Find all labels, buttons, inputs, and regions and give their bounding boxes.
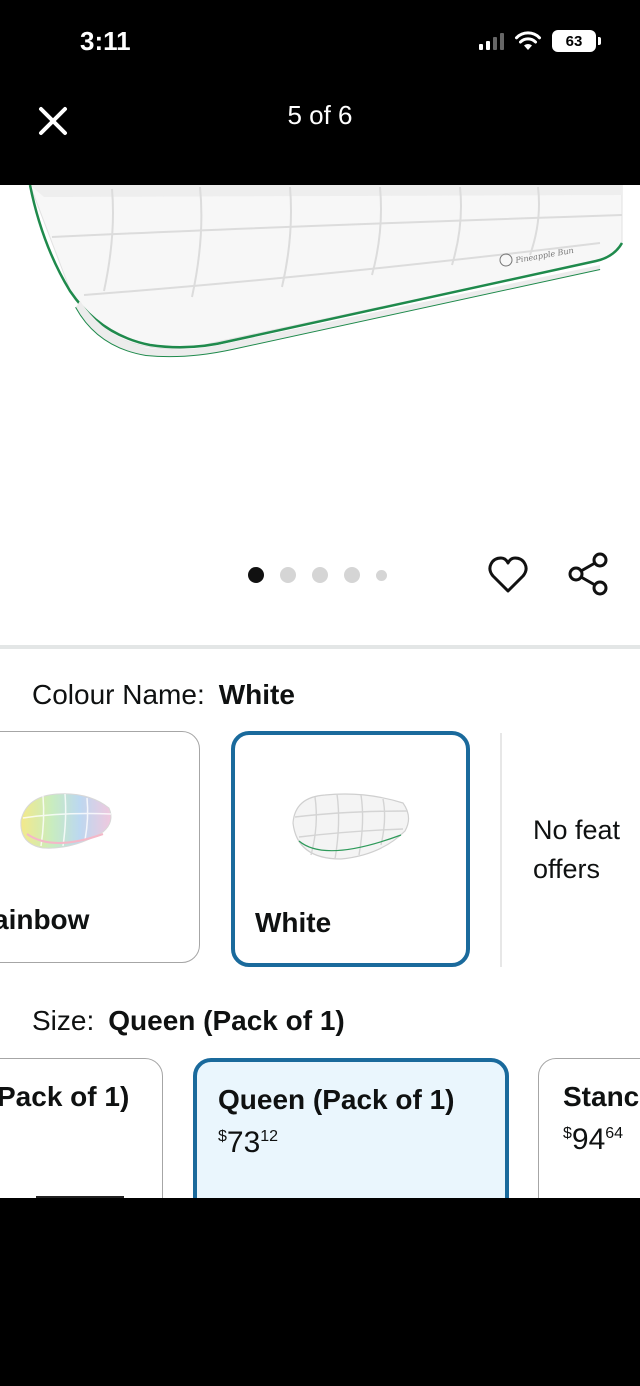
size-option-price: $9464 — [563, 1123, 623, 1157]
image-counter: 5 of 6 — [287, 100, 353, 130]
share-button[interactable] — [566, 551, 610, 597]
gallery-header: 5 of 6 — [0, 88, 640, 185]
section-divider — [0, 645, 640, 649]
price-whole: 94 — [571, 1123, 606, 1156]
product-detail: Pineapple Bun Colour Name: White ainbow … — [0, 185, 640, 1198]
share-icon — [568, 552, 608, 596]
no-offers-line-2: offers — [533, 854, 601, 884]
no-offers-line-1: No feat — [533, 815, 621, 845]
price-fraction: 64 — [605, 1125, 624, 1142]
size-option-standard[interactable]: Stanc $9464 — [538, 1058, 640, 1198]
size-option-label: Stanc — [563, 1081, 640, 1112]
carousel-dot[interactable] — [376, 569, 387, 581]
status-icons: 63 — [479, 30, 601, 52]
carousel-dot[interactable] — [280, 567, 296, 583]
heart-icon — [488, 556, 528, 593]
colour-label: Colour Name: White — [32, 679, 295, 711]
price-whole: 73 — [226, 1126, 261, 1159]
colour-swatch-rainbow[interactable]: ainbow — [0, 731, 200, 963]
price-currency: $ — [218, 1128, 227, 1145]
white-pillow-thumbnail — [292, 793, 410, 860]
vertical-divider — [500, 733, 502, 967]
colour-label-text: Colour Name: — [32, 679, 205, 710]
size-option-price: $7312 — [218, 1126, 278, 1160]
size-option-queen[interactable]: Queen (Pack of 1) $7312 — [193, 1058, 509, 1198]
selection-indicator — [36, 1196, 124, 1198]
battery-level: 63 — [565, 32, 583, 50]
size-label-text: Size: — [32, 1005, 95, 1036]
status-time: 3:11 — [80, 26, 131, 56]
battery-icon: 63 — [552, 30, 601, 52]
size-option-partial[interactable]: Pack of 1) — [0, 1058, 163, 1198]
selected-size: Queen (Pack of 1) — [108, 1005, 345, 1036]
size-option-label: Pack of 1) — [0, 1081, 130, 1112]
price-currency: $ — [563, 1125, 572, 1142]
carousel-dots — [248, 567, 387, 583]
no-featured-offers-text: No feat offers — [533, 811, 620, 889]
rainbow-pillow-thumbnail — [20, 793, 112, 849]
cellular-signal-icon — [479, 32, 504, 50]
size-label: Size: Queen (Pack of 1) — [32, 1005, 345, 1037]
favorite-button[interactable] — [486, 553, 530, 597]
product-image[interactable]: Pineapple Bun — [0, 185, 640, 375]
swatch-label: ainbow — [0, 904, 90, 935]
wifi-icon — [515, 31, 541, 50]
carousel-dot[interactable] — [344, 567, 360, 583]
carousel-dot[interactable] — [312, 567, 328, 583]
selected-colour: White — [218, 679, 295, 710]
status-bar: 3:11 63 — [0, 0, 640, 88]
colour-swatch-white[interactable]: White — [231, 731, 470, 967]
size-option-label: Queen (Pack of 1) — [218, 1084, 455, 1115]
swatch-label: White — [255, 907, 332, 938]
price-fraction: 12 — [260, 1128, 279, 1145]
carousel-dot[interactable] — [248, 567, 264, 583]
